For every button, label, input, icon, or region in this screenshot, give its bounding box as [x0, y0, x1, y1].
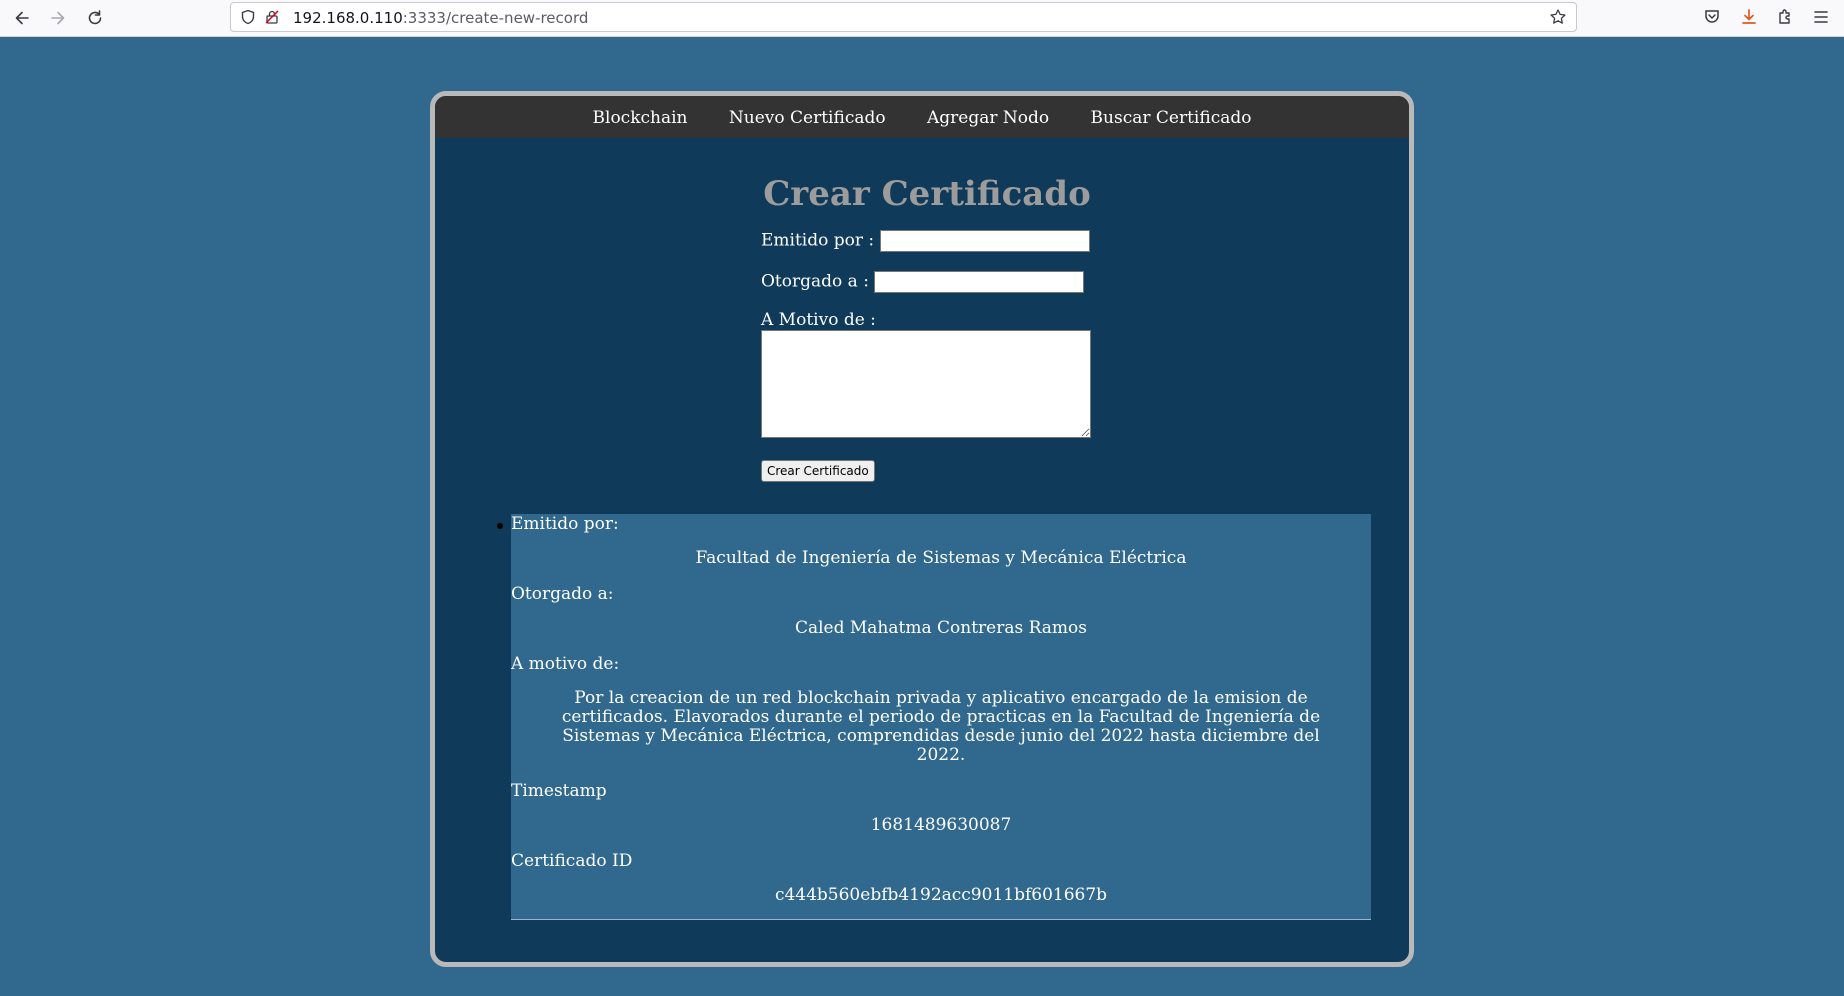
page-title: Crear Certificado	[763, 174, 1091, 214]
nav-item-agregar-nodo[interactable]: Agregar Nodo	[927, 96, 1049, 140]
nav-item-blockchain[interactable]: Blockchain	[593, 96, 688, 140]
shield-icon[interactable]	[240, 9, 256, 25]
emitido-input[interactable]	[879, 230, 1090, 252]
records-list: Emitido por: Facultad de Ingeniería de S…	[497, 514, 1371, 920]
insecure-lock-icon[interactable]	[264, 9, 280, 25]
download-icon[interactable]	[1739, 7, 1759, 27]
list-bullet	[497, 523, 503, 529]
motivo-label: A Motivo de :	[761, 310, 876, 330]
record-item: Emitido por: Facultad de Ingeniería de S…	[497, 514, 1371, 920]
record-emitido-label: Emitido por:	[511, 514, 619, 534]
nav-item-buscar-certificado[interactable]: Buscar Certificado	[1091, 96, 1252, 140]
record-otorgado-label: Otorgado a:	[511, 584, 614, 604]
url-path: :3333/create-new-record	[402, 9, 589, 27]
record-timestamp-label: Timestamp	[511, 781, 607, 801]
crear-certificado-button[interactable]: Crear Certificado	[761, 460, 875, 482]
otorgado-row: Otorgado a :	[761, 271, 1085, 293]
record-emitido-value: Facultad de Ingeniería de Sistemas y Mec…	[695, 548, 1187, 568]
emitido-label: Emitido por :	[761, 230, 875, 251]
record-motivo-value: Por la creacion de un red blockchain pri…	[561, 688, 1321, 765]
record-motivo-label: A motivo de:	[511, 654, 620, 674]
url-text: 192.168.0.110:3333/create-new-record	[293, 9, 588, 27]
url-host: 192.168.0.110	[293, 9, 403, 27]
url-bar[interactable]: 192.168.0.110:3333/create-new-record	[230, 2, 1577, 32]
pocket-icon[interactable]	[1702, 7, 1722, 27]
top-navigation: Blockchain Nuevo Certificado Agregar Nod…	[435, 96, 1409, 138]
back-icon[interactable]	[11, 7, 33, 29]
bookmark-star-icon[interactable]	[1549, 8, 1567, 26]
motivo-textarea[interactable]	[761, 330, 1091, 438]
menu-icon[interactable]	[1811, 7, 1831, 27]
forward-icon[interactable]	[47, 7, 69, 29]
otorgado-input[interactable]	[874, 271, 1085, 293]
record-id-value: c444b560ebfb4192acc9011bf601667b	[774, 885, 1108, 905]
record-id-label: Certificado ID	[511, 851, 633, 871]
browser-toolbar: 192.168.0.110:3333/create-new-record	[0, 0, 1844, 37]
otorgado-label: Otorgado a :	[761, 271, 869, 292]
record-otorgado-value: Caled Mahatma Contreras Ramos	[794, 618, 1088, 638]
record-timestamp-value: 1681489630087	[870, 815, 1012, 835]
extensions-icon[interactable]	[1775, 7, 1795, 27]
main-card: Blockchain Nuevo Certificado Agregar Nod…	[430, 91, 1414, 967]
nav-item-nuevo-certificado[interactable]: Nuevo Certificado	[729, 96, 886, 140]
reload-icon[interactable]	[84, 7, 106, 29]
emitido-row: Emitido por :	[761, 230, 1090, 252]
